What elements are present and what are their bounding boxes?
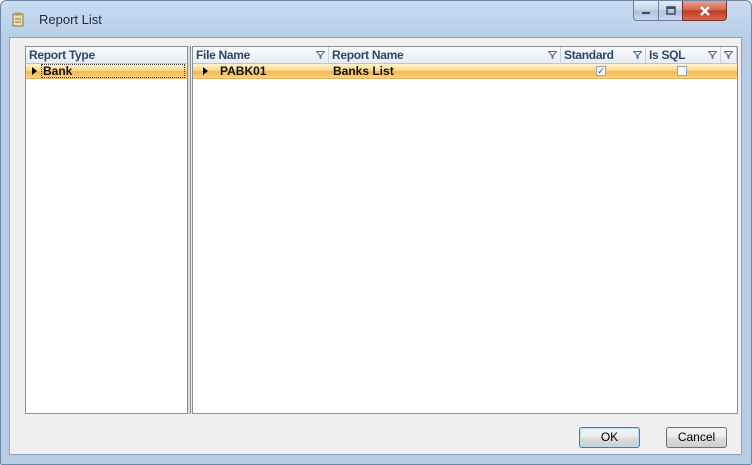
column-header-file-name[interactable]: File Name [193,47,329,64]
report-icon [12,12,24,27]
ok-button[interactable]: OK [579,427,640,448]
maximize-button[interactable] [658,1,683,21]
column-header-is-sql[interactable]: Is SQL [646,47,721,64]
minimize-icon [642,11,650,14]
table-row[interactable]: Bank [26,64,188,79]
close-icon [699,5,710,16]
funnel-icon[interactable] [724,51,733,59]
close-button[interactable] [682,1,727,21]
reports-grid[interactable]: File Name Report Name Standard Is SQL PA… [192,46,738,414]
dialog-client-area: Report Type Bank File Name Report Name S… [9,37,742,455]
title-bar[interactable]: Report List [1,1,751,37]
report-list-window: Report List Report Type Bank File Name R… [0,0,752,465]
column-header-label: File Name [196,48,250,62]
column-header-label: Report Name [332,48,404,62]
triangle-right-icon [32,67,37,75]
column-header-label: Report Type [29,48,95,62]
column-header-extra[interactable] [721,47,737,64]
standard-checkbox[interactable]: ✓ [596,66,606,76]
pane-splitter[interactable] [187,46,191,414]
column-header-label: Standard [564,48,614,62]
file-name-cell: PABK01 [220,64,267,78]
column-header-report-type[interactable]: Report Type [26,47,188,64]
column-header-standard[interactable]: Standard [561,47,646,64]
maximize-icon [665,6,676,15]
focus-rectangle [41,64,185,78]
minimize-button[interactable] [633,1,659,21]
cancel-button[interactable]: Cancel [666,427,727,448]
window-title: Report List [39,12,102,27]
funnel-icon[interactable] [708,51,717,59]
column-header-label: Is SQL [649,48,686,62]
report-name-cell: Banks List [333,64,394,78]
table-row[interactable]: PABK01 Banks List ✓ [193,64,737,79]
column-header-report-name[interactable]: Report Name [329,47,561,64]
funnel-icon[interactable] [548,51,557,59]
funnel-icon[interactable] [633,51,642,59]
report-type-grid[interactable]: Report Type Bank [25,46,189,414]
is-sql-checkbox[interactable] [677,66,687,76]
funnel-icon[interactable] [316,51,325,59]
triangle-right-icon [203,67,208,75]
